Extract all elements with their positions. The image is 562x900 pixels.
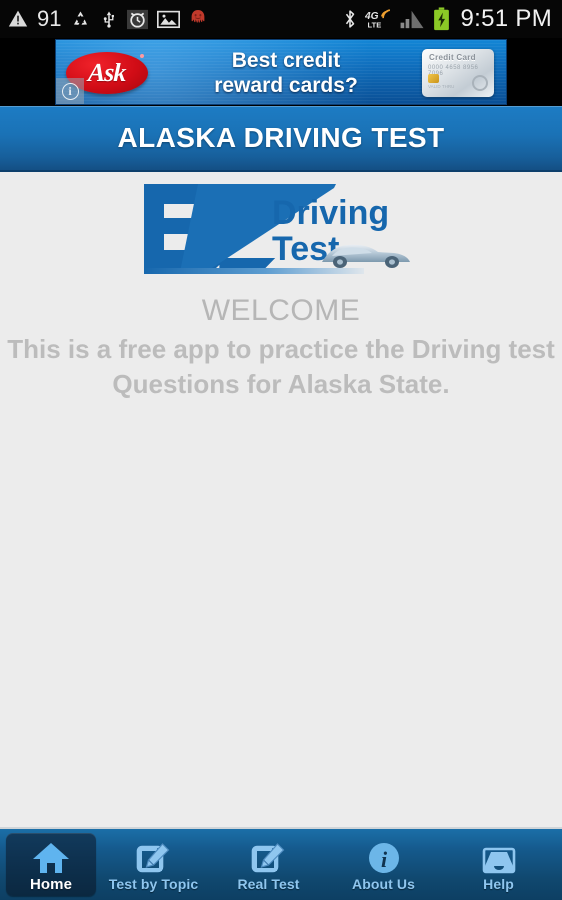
ad-info-button[interactable]: i: [56, 78, 84, 104]
ad-headline: Best credit reward cards?: [178, 48, 394, 98]
page-title: ALASKA DRIVING TEST: [117, 122, 445, 153]
status-bar-left-icons: 91: [8, 6, 207, 32]
welcome-heading: WELCOME: [201, 294, 361, 327]
logo-word-driving: Driving: [272, 194, 389, 232]
svg-text:i: i: [380, 847, 387, 872]
nav-label-test-by-topic: Test by Topic: [108, 876, 199, 892]
warning-triangle-icon: [8, 10, 28, 27]
home-icon: [31, 837, 71, 875]
clock-text: 9:51 PM: [460, 5, 552, 32]
info-circle-icon: i: [364, 837, 404, 875]
logo-word-test: Test: [272, 230, 339, 268]
image-icon: [157, 10, 181, 29]
4g-lte-icon: 4G LTE: [365, 9, 390, 29]
signal-bars-icon: [400, 10, 424, 29]
svg-text:LTE: LTE: [367, 20, 381, 29]
alarm-clock-icon: [127, 9, 149, 29]
ad-banner[interactable]: Ask Best credit reward cards? Credit Car…: [55, 39, 507, 105]
recycle-icon: [74, 11, 88, 25]
ez-driving-test-logo-graphic: Driving Test: [144, 184, 410, 274]
nav-item-real-test[interactable]: Real Test: [211, 833, 326, 896]
ad-headline-line2: reward cards?: [214, 74, 358, 97]
app-title-bar: ALASKA DRIVING TEST: [0, 106, 562, 172]
nav-label-about-us: About Us: [351, 876, 415, 892]
edit-square-icon: [134, 837, 174, 875]
nav-item-test-by-topic[interactable]: Test by Topic: [96, 833, 211, 896]
inbox-tray-icon: [479, 837, 519, 875]
nav-item-about-us[interactable]: i About Us: [326, 833, 441, 896]
main-content: Driving Test WELCOME This is a free app …: [0, 172, 562, 827]
octopus-icon: [192, 10, 205, 23]
app-logo: Driving Test: [136, 180, 426, 276]
bluetooth-icon: [345, 10, 354, 28]
credit-card-brand-icon: [472, 75, 488, 91]
nav-label-real-test: Real Test: [237, 876, 300, 892]
info-icon: i: [61, 82, 79, 100]
ad-headline-line1: Best credit: [231, 49, 341, 72]
bottom-navigation-bar: Home Test by Topic Real Test i About Us …: [0, 827, 562, 900]
nav-label-help: Help: [483, 876, 514, 892]
nav-label-home: Home: [29, 875, 73, 893]
usb-icon: [104, 11, 115, 28]
credit-card-label: Credit Card: [429, 53, 476, 62]
ask-logo-dot: [139, 54, 145, 58]
nav-item-home[interactable]: Home: [6, 833, 96, 896]
ask-logo-text: Ask: [87, 58, 127, 87]
welcome-description: This is a free app to practice the Drivi…: [7, 334, 555, 399]
credit-card-image: Credit Card 0000 4658 8956 7096 VALID TH…: [422, 49, 494, 97]
edit-square-icon: [249, 837, 289, 875]
nav-item-help[interactable]: Help: [441, 833, 556, 896]
battery-percent-text: 91: [37, 6, 62, 31]
credit-card-holder: VALID THRU: [428, 84, 455, 89]
status-bar: 91 4G LTE 9:51 PM: [0, 0, 562, 38]
phone-screen: 91 4G LTE 9:51 PM Ask Best credit reward…: [0, 0, 562, 900]
battery-charging-icon: [433, 7, 449, 31]
ad-banner-container: Ask Best credit reward cards? Credit Car…: [0, 38, 562, 106]
status-bar-right-icons: 4G LTE 9:51 PM: [343, 5, 552, 33]
credit-card-chip-icon: [428, 74, 439, 83]
